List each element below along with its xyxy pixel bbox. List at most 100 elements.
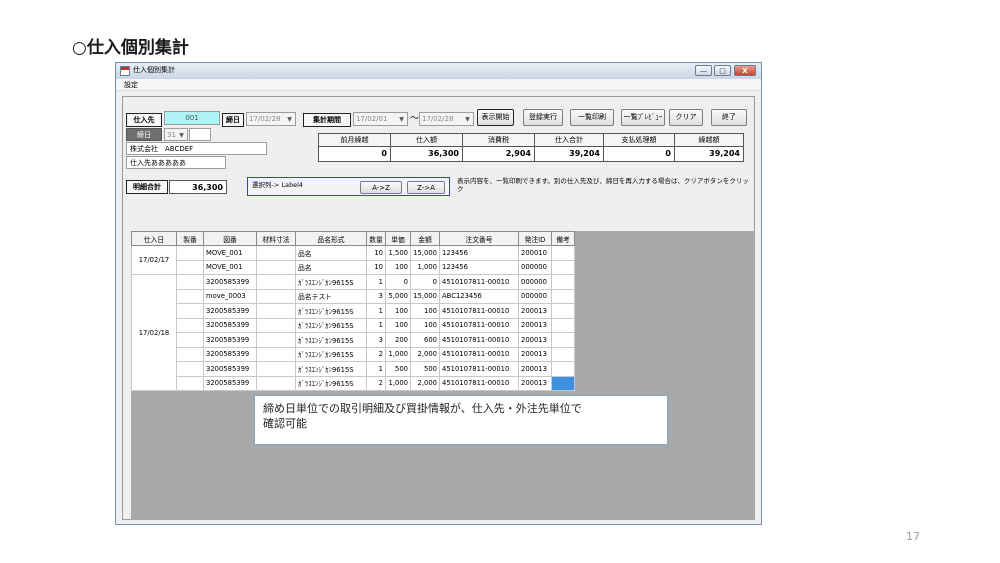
table-cell[interactable]: 123456: [439, 245, 519, 261]
table-row[interactable]: 3200585399 ｶﾞﾗｽｴﾝｼﾞｶﾝ9615S 2 1,000 2,000 4510…: [132, 346, 575, 362]
table-cell[interactable]: 100: [410, 317, 440, 333]
table-cell[interactable]: 3200585399: [203, 332, 257, 348]
table-cell[interactable]: [176, 346, 204, 362]
table-cell[interactable]: [176, 317, 204, 333]
table-cell[interactable]: [256, 332, 296, 348]
table-cell[interactable]: [551, 288, 575, 304]
table-cell[interactable]: 品名: [295, 259, 367, 275]
table-row[interactable]: 3200585399 ｶﾞﾗｽｴﾝｼﾞｶﾝ9615S 1 500 500 45101078…: [132, 361, 575, 377]
table-cell[interactable]: ｶﾞﾗｽｴﾝｼﾞｶﾝ9615S: [295, 332, 367, 348]
table-cell[interactable]: [256, 274, 296, 290]
table-cell[interactable]: [256, 288, 296, 304]
table-cell[interactable]: [551, 346, 575, 362]
table-cell[interactable]: 1,000: [385, 346, 411, 362]
clear-button[interactable]: クリア: [669, 109, 703, 126]
sort-desc-button[interactable]: Z->A: [407, 181, 445, 194]
table-cell[interactable]: 品名: [295, 245, 367, 261]
table-cell[interactable]: move_0003: [203, 288, 257, 304]
table-cell[interactable]: 000000: [518, 259, 552, 275]
table-cell[interactable]: [551, 361, 575, 377]
table-cell[interactable]: 15,000: [410, 288, 440, 304]
table-cell[interactable]: [176, 259, 204, 275]
table-row[interactable]: 3200585399 ｶﾞﾗｽｴﾝｼﾞｶﾝ9615S 1 100 100 45101078…: [132, 303, 575, 319]
table-cell[interactable]: [176, 245, 204, 261]
table-cell[interactable]: [176, 288, 204, 304]
table-cell[interactable]: 1,000: [385, 375, 411, 391]
table-cell[interactable]: 1: [366, 361, 386, 377]
table-cell[interactable]: [256, 317, 296, 333]
column-header[interactable]: 単価: [385, 231, 411, 246]
column-header[interactable]: 図番: [203, 231, 257, 246]
sort-asc-button[interactable]: A->Z: [360, 181, 402, 194]
table-cell[interactable]: [551, 274, 575, 290]
table-cell[interactable]: 100: [385, 303, 411, 319]
table-cell[interactable]: ABC123456: [439, 288, 519, 304]
table-cell[interactable]: 15,000: [410, 245, 440, 261]
table-cell[interactable]: [256, 375, 296, 391]
table-cell[interactable]: 200: [385, 332, 411, 348]
table-row[interactable]: 3200585399 ｶﾞﾗｽｴﾝｼﾞｶﾝ9615S 1 100 100 45101078…: [132, 317, 575, 333]
table-cell[interactable]: 4510107811-00010: [439, 346, 519, 362]
table-cell[interactable]: 3200585399: [203, 361, 257, 377]
period-to-combo[interactable]: 17/02/28 ▼: [419, 112, 474, 126]
period-from-combo[interactable]: 17/02/01 ▼: [353, 112, 408, 126]
table-row[interactable]: 17/02/17 MOVE_001 品名 10 1,500 15,000 123456 200…: [131, 245, 575, 275]
supplier-code-input[interactable]: 001: [164, 111, 220, 125]
table-cell[interactable]: 1,500: [385, 245, 411, 261]
table-row[interactable]: 3200585399 ｶﾞﾗｽｴﾝｼﾞｶﾝ9615S 2 1,000 2,000 4510…: [132, 375, 575, 391]
table-cell[interactable]: 0: [410, 274, 440, 290]
table-cell[interactable]: 3200585399: [203, 317, 257, 333]
table-cell[interactable]: 1: [366, 303, 386, 319]
list-print-button[interactable]: 一覧印刷: [570, 109, 614, 126]
table-cell[interactable]: [256, 303, 296, 319]
table-cell[interactable]: [256, 361, 296, 377]
maximize-button[interactable]: □: [714, 65, 731, 76]
column-header[interactable]: 備考: [551, 231, 575, 246]
column-header[interactable]: 材料寸法: [256, 231, 296, 246]
table-cell[interactable]: 4510107811-00010: [439, 317, 519, 333]
table-cell[interactable]: 200010: [518, 245, 552, 261]
table-cell[interactable]: 500: [410, 361, 440, 377]
table-cell[interactable]: [551, 317, 575, 333]
table-cell[interactable]: [176, 303, 204, 319]
table-cell[interactable]: [551, 259, 575, 275]
table-cell[interactable]: 1: [366, 274, 386, 290]
table-cell[interactable]: 200013: [518, 317, 552, 333]
table-cell[interactable]: 600: [410, 332, 440, 348]
table-cell[interactable]: ｶﾞﾗｽｴﾝｼﾞｶﾝ9615S: [295, 375, 367, 391]
table-cell[interactable]: MOVE_001: [203, 259, 257, 275]
table-cell[interactable]: MOVE_001: [203, 245, 257, 261]
table-cell[interactable]: 4510107811-00010: [439, 361, 519, 377]
column-header[interactable]: 品名形式: [295, 231, 367, 246]
table-cell[interactable]: [551, 303, 575, 319]
table-cell[interactable]: [176, 274, 204, 290]
register-button[interactable]: 登録実行: [523, 109, 563, 126]
table-cell[interactable]: 3200585399: [203, 375, 257, 391]
table-cell[interactable]: 1,000: [410, 259, 440, 275]
cutoff-date-combo[interactable]: 17/02/28 ▼: [246, 112, 296, 126]
column-header[interactable]: 製番: [176, 231, 204, 246]
table-cell[interactable]: 500: [385, 361, 411, 377]
table-cell[interactable]: [256, 259, 296, 275]
column-header[interactable]: 仕入日: [131, 231, 177, 246]
table-cell[interactable]: 200013: [518, 375, 552, 391]
table-cell[interactable]: [176, 361, 204, 377]
close-button[interactable]: X: [734, 65, 756, 76]
table-cell[interactable]: 4510107811-00010: [439, 332, 519, 348]
table-cell[interactable]: 100: [385, 259, 411, 275]
table-cell[interactable]: 1: [366, 317, 386, 333]
table-cell[interactable]: 0: [385, 274, 411, 290]
detail-grid[interactable]: 仕入日 製番 図番 材料寸法 品名形式 数量 単価 金額 注文番号 発注ID 備…: [131, 231, 575, 391]
column-header[interactable]: 金額: [410, 231, 440, 246]
column-header[interactable]: 数量: [366, 231, 386, 246]
table-cell[interactable]: 200013: [518, 346, 552, 362]
table-cell[interactable]: [256, 346, 296, 362]
table-row[interactable]: 3200585399 ｶﾞﾗｽｴﾝｼﾞｶﾝ9615S 3 200 600 45101078…: [132, 332, 575, 348]
table-cell[interactable]: ｶﾞﾗｽｴﾝｼﾞｶﾝ9615S: [295, 346, 367, 362]
table-cell[interactable]: 123456: [439, 259, 519, 275]
table-cell[interactable]: [551, 245, 575, 261]
table-cell[interactable]: 3: [366, 332, 386, 348]
cutoff-day-combo[interactable]: 31 ▼: [164, 128, 188, 141]
exit-button[interactable]: 終了: [711, 109, 747, 126]
table-cell[interactable]: 000000: [518, 288, 552, 304]
